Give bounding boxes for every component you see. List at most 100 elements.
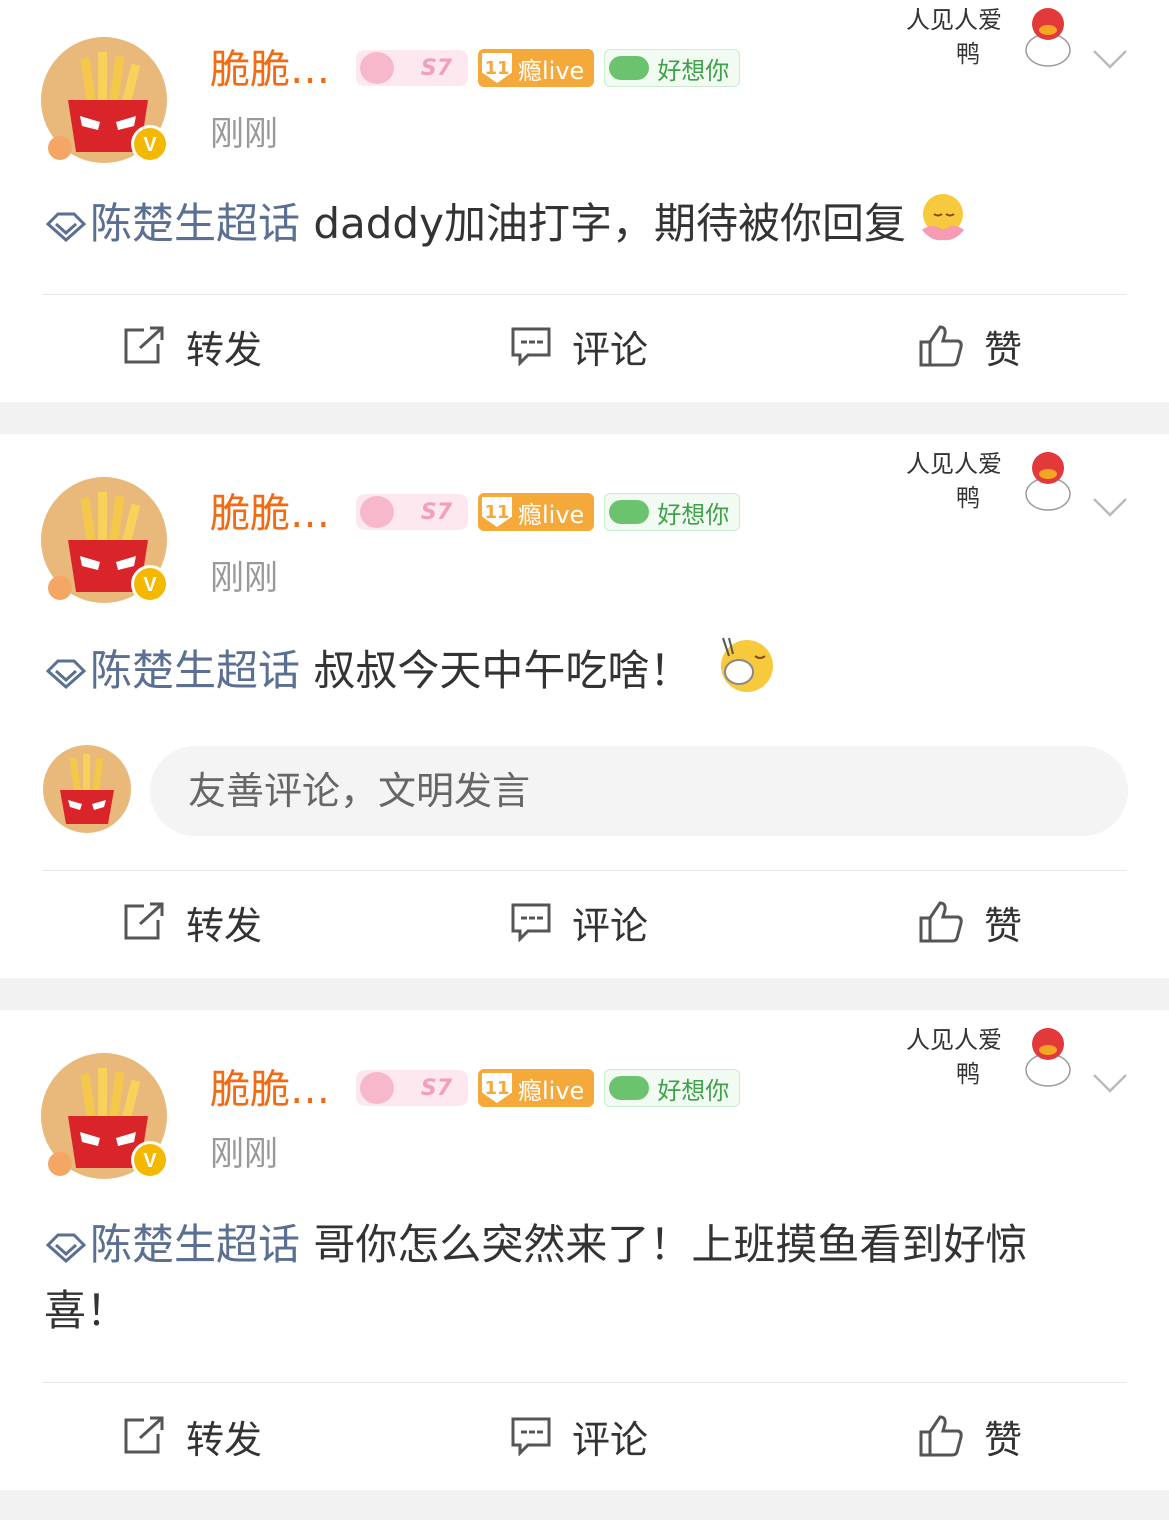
live-badge-num: 11 [482, 1073, 512, 1103]
decoration-text: 人见人爱 [906, 450, 1002, 478]
miss-badge[interactable]: 好想你 [604, 49, 741, 87]
duck-icon [1025, 452, 1071, 511]
topic-link[interactable]: 陈楚生超话 [44, 199, 300, 248]
live-badge[interactable]: 11 瘾live [478, 493, 595, 531]
post-body: 叔叔今天中午吃啥！ [313, 646, 692, 695]
miss-badge-text: 好想你 [657, 1076, 730, 1105]
topic-link[interactable]: 陈楚生超话 [44, 646, 300, 695]
decoration-text-2: 鸭 [956, 484, 980, 512]
post-card: V 脆脆… S7 11 瘾live 好想你 刚刚 人见人爱 鸭 陈楚生超话 哥你怎… [0, 1010, 1169, 1490]
card-decoration: 人见人爱 鸭 [900, 1020, 1090, 1096]
comment-icon [511, 1417, 551, 1456]
post-time: 刚刚 [210, 558, 278, 598]
divider [42, 1382, 1127, 1383]
live-badge-num: 11 [482, 497, 512, 527]
comment-button[interactable]: 评论 [510, 1396, 648, 1476]
level-badge-text: S7 [420, 55, 452, 81]
super-topic-icon [45, 212, 87, 243]
comment-label: 评论 [572, 903, 649, 948]
my-avatar [43, 745, 131, 833]
cloud-icon [609, 500, 650, 524]
miss-badge[interactable]: 好想你 [604, 493, 741, 531]
repost-button[interactable]: 转发 [122, 1396, 262, 1476]
action-bar: 转发 评论 赞 [0, 306, 1169, 386]
post-text: 陈楚生超话 daddy加油打字，期待被你回复 [44, 190, 1125, 263]
miss-badge-text: 好想你 [657, 500, 730, 529]
comment-label: 评论 [572, 327, 649, 372]
username[interactable]: 脆脆… [210, 1062, 330, 1118]
action-bar: 转发 评论 赞 [0, 882, 1169, 962]
level-badge[interactable]: S7 [356, 50, 468, 86]
live-badge-num: 11 [482, 53, 512, 83]
chevron-down-icon[interactable] [1092, 48, 1128, 70]
user-avatar[interactable]: V [40, 476, 169, 604]
svg-text:V: V [143, 574, 157, 596]
miss-badge-text: 好想你 [657, 56, 730, 85]
action-bar: 转发 评论 赞 [0, 1396, 1169, 1476]
eating-emoji-icon [715, 634, 775, 713]
level-badge-text: S7 [420, 1075, 452, 1101]
post-body: daddy加油打字，期待被你回复 [313, 199, 906, 248]
user-avatar[interactable]: V [40, 36, 169, 164]
topic-label: 陈楚生超话 [90, 199, 301, 248]
user-avatar[interactable]: V [40, 1052, 169, 1180]
badge-row: S7 11 瘾live 好想你 [356, 1068, 741, 1108]
post-card: V 脆脆… S7 11 瘾live 好想你 刚刚 人见人爱 鸭 陈楚生超话 dad… [0, 0, 1169, 402]
cloud-icon [609, 1076, 650, 1100]
comment-input[interactable]: 友善评论，文明发言 [150, 746, 1128, 836]
topic-label: 陈楚生超话 [90, 646, 301, 695]
divider [42, 294, 1127, 295]
like-label: 赞 [984, 327, 1023, 372]
repost-icon [124, 1416, 164, 1454]
card-decoration: 人见人爱 鸭 [900, 444, 1090, 520]
repost-button[interactable]: 转发 [122, 306, 262, 386]
pig-icon [360, 496, 394, 528]
repost-button[interactable]: 转发 [122, 882, 262, 962]
duck-icon [1025, 8, 1071, 67]
chevron-down-icon[interactable] [1092, 496, 1128, 518]
lotus-emoji-icon [916, 190, 970, 263]
super-topic-icon [45, 1233, 87, 1264]
chevron-down-icon[interactable] [1092, 1072, 1128, 1094]
like-button[interactable]: 赞 [918, 306, 1022, 386]
comment-icon [511, 903, 551, 942]
duck-icon [1025, 1028, 1071, 1087]
username[interactable]: 脆脆… [210, 486, 330, 542]
level-badge-text: S7 [420, 499, 452, 525]
thumbs-up-icon [919, 325, 963, 367]
pig-icon [360, 1072, 394, 1104]
level-badge[interactable]: S7 [356, 1070, 468, 1106]
repost-icon [124, 326, 164, 364]
decoration-text-2: 鸭 [956, 40, 980, 68]
post-text: 陈楚生超话 哥你怎么突然来了！上班摸鱼看到好惊喜！ [44, 1212, 1109, 1344]
like-button[interactable]: 赞 [918, 882, 1022, 962]
verified-icon: V [131, 565, 169, 603]
post-time: 刚刚 [210, 114, 278, 154]
like-label: 赞 [984, 1417, 1023, 1462]
comment-label: 评论 [572, 1417, 649, 1462]
verified-icon: V [131, 125, 169, 163]
comment-button[interactable]: 评论 [510, 306, 648, 386]
live-badge[interactable]: 11 瘾live [478, 49, 595, 87]
level-badge[interactable]: S7 [356, 494, 468, 530]
verified-icon: V [131, 1141, 169, 1179]
like-button[interactable]: 赞 [918, 1396, 1022, 1476]
repost-label: 转发 [186, 327, 263, 372]
pig-icon [360, 52, 394, 84]
card-decoration: 人见人爱 鸭 [900, 0, 1090, 76]
username[interactable]: 脆脆… [210, 42, 330, 98]
miss-badge[interactable]: 好想你 [604, 1069, 741, 1107]
topic-link[interactable]: 陈楚生超话 [44, 1220, 300, 1269]
comment-icon [511, 327, 551, 366]
decoration-text: 人见人爱 [906, 6, 1002, 34]
live-badge[interactable]: 11 瘾live [478, 1069, 595, 1107]
badge-row: S7 11 瘾live 好想你 [356, 492, 741, 532]
repost-icon [124, 902, 164, 940]
svg-text:V: V [143, 1150, 157, 1172]
post-card: V 脆脆… S7 11 瘾live 好想你 刚刚 人见人爱 鸭 陈楚生超话 叔叔今… [0, 434, 1169, 978]
like-label: 赞 [984, 903, 1023, 948]
super-topic-icon [45, 659, 87, 690]
svg-text:V: V [143, 134, 157, 156]
comment-button[interactable]: 评论 [510, 882, 648, 962]
live-badge-text: 瘾live [518, 500, 585, 529]
